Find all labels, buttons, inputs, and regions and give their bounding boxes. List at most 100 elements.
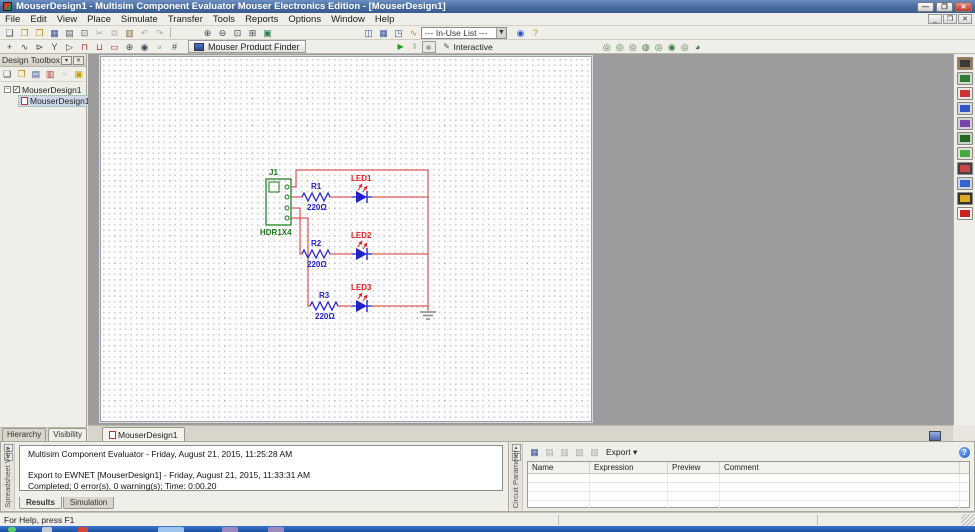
four-channel-oscilloscope-icon[interactable] (957, 117, 973, 130)
menu-reports[interactable]: Reports (240, 14, 283, 25)
resistor-r3[interactable]: R3 220Ω (310, 291, 338, 321)
digital-probe-icon[interactable]: ◎ (679, 41, 691, 53)
place-indicator-icon[interactable]: ◉ (138, 41, 151, 53)
resistor-r2[interactable]: R2 220Ω (302, 239, 330, 269)
column-header-name[interactable]: Name (528, 462, 590, 473)
help-icon[interactable]: ? (529, 27, 542, 39)
design-toolbox-toggle-icon[interactable]: ◫ (362, 27, 375, 39)
param-table-cell[interactable] (528, 501, 590, 509)
oscilloscope-icon[interactable] (957, 102, 973, 115)
place-mixed-icon[interactable]: ⊕ (123, 41, 136, 53)
copy-icon[interactable]: ⧉ (108, 27, 121, 39)
document-tab[interactable]: MouserDesign1 (102, 427, 185, 441)
function-generator-icon[interactable] (957, 72, 973, 85)
mdi-minimize-button[interactable]: _ (928, 14, 942, 24)
open-sample-icon[interactable]: ❒ (33, 27, 46, 39)
param-table-cell[interactable] (668, 474, 720, 482)
place-transistor-icon[interactable]: Y (48, 41, 61, 53)
design-toolbox-header[interactable]: Design Toolbox ▾ ✕ (0, 54, 86, 67)
tab-simulation[interactable]: Simulation (63, 497, 114, 509)
param-table-cell[interactable] (668, 492, 720, 500)
param-table-cell[interactable] (720, 492, 960, 500)
interactive-label[interactable]: Interactive (454, 42, 493, 52)
param-table-cell[interactable] (720, 483, 960, 491)
zoom-in-icon[interactable]: ⊕ (201, 27, 214, 39)
parameter-help-icon[interactable]: ? (959, 447, 970, 458)
design-tree-child[interactable]: MouserDesign1 (4, 95, 86, 106)
paste-icon[interactable]: ▥ (123, 27, 136, 39)
schematic-workspace[interactable]: J1 HDR1X4 R1 220Ω (88, 54, 953, 425)
wire-color-icon[interactable]: ∿ (407, 27, 420, 39)
menu-simulate[interactable]: Simulate (116, 14, 163, 25)
multimeter-icon[interactable] (957, 57, 973, 70)
param-table-cell[interactable] (528, 474, 590, 482)
zoom-area-icon[interactable]: ⊡ (231, 27, 244, 39)
redo-icon[interactable]: ↷ (153, 27, 166, 39)
schematic-canvas[interactable]: J1 HDR1X4 R1 220Ω (88, 54, 953, 425)
print-preview-icon[interactable]: ⊡ (78, 27, 91, 39)
taskbar-app[interactable] (42, 527, 52, 532)
mdi-close-button[interactable]: ✕ (958, 14, 972, 24)
voltage-reference-probe-icon[interactable]: ◉ (666, 41, 678, 53)
tab-visibility[interactable]: Visibility (48, 428, 87, 441)
open-file-icon[interactable]: ❐ (18, 27, 31, 39)
led1[interactable]: LED1 (351, 174, 372, 203)
run-simulation-button[interactable]: ▶ (394, 41, 408, 53)
start-orb[interactable] (8, 527, 16, 532)
tree-checkbox-icon[interactable]: ✓ (13, 86, 20, 93)
spreadsheet-view-strip[interactable]: ▲ ▼ Spreadsheet View (2, 443, 15, 510)
undo-icon[interactable]: ↶ (138, 27, 151, 39)
current-probe-icon[interactable]: ◎ (614, 41, 626, 53)
param-table-cell[interactable] (528, 492, 590, 500)
web-globe-icon[interactable]: ◉ (514, 27, 527, 39)
param-table-cell[interactable] (590, 492, 668, 500)
param-table-cell[interactable] (590, 483, 668, 491)
connector-j1[interactable]: J1 HDR1X4 (260, 168, 292, 237)
param-table-cell[interactable] (720, 474, 960, 482)
circuit-parameter-strip[interactable]: ▲ ▼ Circuit Parameter (510, 443, 523, 510)
param-table-cell[interactable] (590, 474, 668, 482)
delete-parameter-icon[interactable]: ▤ (543, 446, 556, 458)
param-table-cell[interactable] (590, 501, 668, 509)
place-analog-icon[interactable]: ▷ (63, 41, 76, 53)
design-toolbox-pin-icon[interactable]: ▾ (61, 56, 72, 65)
menu-place[interactable]: Place (82, 14, 116, 25)
spice-netlist-toggle-icon[interactable]: ◳ (392, 27, 405, 39)
show-hide-panels-icon[interactable] (929, 431, 941, 441)
led2[interactable]: LED2 (351, 231, 372, 260)
paste-parameter-icon[interactable]: ▧ (573, 446, 586, 458)
mdi-restore-button[interactable]: ❐ (943, 14, 957, 24)
add-parameter-icon[interactable]: ▦ (528, 446, 541, 458)
frequency-counter-icon[interactable] (957, 147, 973, 160)
taskbar-app[interactable] (268, 527, 284, 532)
menu-help[interactable]: Help (370, 14, 400, 25)
place-misc-digital-icon[interactable]: ▭ (108, 41, 121, 53)
menu-options[interactable]: Options (283, 14, 326, 25)
save-icon[interactable]: ▦ (48, 27, 61, 39)
mouser-product-finder-button[interactable]: Mouser Product Finder (188, 40, 306, 53)
in-use-list-combo[interactable]: --- In-Use List --- ▼ (421, 27, 507, 39)
stop-simulation-button[interactable]: ■ (422, 41, 436, 53)
param-table-cell[interactable] (668, 483, 720, 491)
voltage-probe-icon[interactable]: ◎ (601, 41, 613, 53)
dt-new-icon[interactable]: ❏ (1, 68, 13, 80)
dt-doc-icon[interactable]: ▤ (30, 68, 42, 80)
led3[interactable]: LED3 (351, 283, 372, 312)
place-misc-icon[interactable]: ▫ (153, 41, 166, 53)
place-cmos-icon[interactable]: ⊔ (93, 41, 106, 53)
taskbar-app[interactable] (222, 527, 238, 532)
word-generator-icon[interactable] (957, 162, 973, 175)
param-table-cell[interactable] (720, 501, 960, 509)
menu-file[interactable]: File (0, 14, 25, 25)
design-tree-root[interactable]: − ✓ MouserDesign1 (4, 84, 86, 95)
probe-settings-icon[interactable]: ◕ (692, 41, 704, 53)
zoom-fit-icon[interactable]: ⊞ (246, 27, 259, 39)
param-table-cell[interactable] (668, 501, 720, 509)
wattmeter-icon[interactable] (957, 87, 973, 100)
print-icon[interactable]: ▤ (63, 27, 76, 39)
pause-simulation-button[interactable]: ‖ (408, 41, 422, 53)
parameter-table[interactable]: NameExpressionPreviewComment (527, 461, 970, 508)
column-header-expression[interactable]: Expression (590, 462, 668, 473)
cut-icon[interactable]: ✂ (93, 27, 106, 39)
tree-collapse-icon[interactable]: − (4, 86, 11, 93)
